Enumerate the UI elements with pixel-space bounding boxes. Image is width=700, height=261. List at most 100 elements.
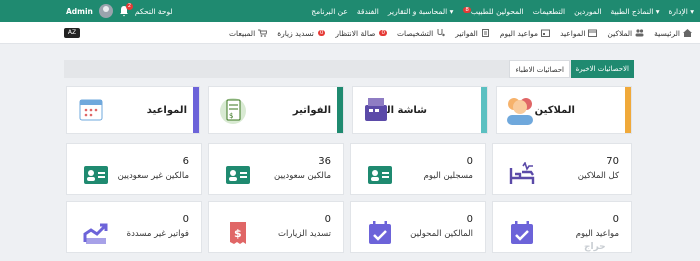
stat-value: 0 (466, 156, 473, 167)
calendar-icon (588, 29, 598, 37)
visit-badge: 0 (317, 30, 326, 36)
stat-value: 36 (318, 156, 331, 167)
stat-label: مالكين سعوديين (274, 171, 331, 181)
people-icon (507, 98, 533, 125)
calendar-check-icon (511, 221, 533, 244)
cash-register-icon (365, 98, 387, 121)
toolbar-owners[interactable]: الملاكين (607, 29, 644, 38)
invoice-dollar-icon: $ (230, 222, 246, 244)
card-appointments-title: المواعيد (146, 105, 187, 116)
toolbar-sales[interactable]: المبيعات (228, 28, 268, 38)
stat-non-saudi-owners[interactable]: 6 مالكين غير سعوديين (66, 143, 202, 195)
stat-value: 0 (324, 214, 331, 225)
stat-value: 70 (606, 156, 619, 167)
toolbar-today-label: مواعيد اليوم (499, 28, 539, 38)
chart-up-icon (83, 223, 108, 244)
svg-text:$: $ (234, 227, 242, 240)
toolbar-home[interactable]: الرئيسية (654, 29, 692, 38)
stat-value: 0 (182, 214, 189, 225)
menu-vaccinations[interactable]: التطعيمات (533, 7, 565, 16)
home-icon (683, 29, 692, 37)
menu-badge: 8 (463, 6, 471, 13)
cart-icon (258, 29, 268, 37)
menu-medical-forms-label: النماذج الطبية (610, 6, 654, 16)
card-accent (337, 87, 343, 133)
id-card-icon (226, 166, 250, 184)
toolbar-home-label: الرئيسية (654, 28, 680, 38)
card-accent (625, 87, 631, 133)
toolbar-waiting[interactable]: 0 صالة الانتظار (335, 29, 387, 38)
stat-saudi-owners[interactable]: 36 مالكين سعوديين (208, 143, 344, 195)
control-panel-link[interactable]: لوحة التحكم (135, 7, 173, 16)
card-accent (193, 87, 199, 133)
menu-referred[interactable]: 8 المحولين للطبيب (462, 6, 524, 16)
keyboard-layout-label: A⁠Z (67, 29, 77, 36)
card-accent (481, 87, 487, 133)
stat-unpaid-invoices[interactable]: 0 فواتير غير مسددة (66, 201, 202, 253)
stat-label: فواتير غير مسددة (126, 229, 189, 239)
notification-count: 2 (125, 3, 133, 10)
menu-admin[interactable]: الإدارة ▾ (669, 7, 695, 16)
svg-text:$: $ (229, 112, 233, 120)
waiting-badge: 0 (379, 30, 387, 36)
stats-tabs: الاحصائيات الاخيرة احصائيات الاطباء (64, 60, 634, 78)
stethoscope-icon (436, 29, 445, 37)
calendar-big-icon (79, 99, 103, 121)
calendar-check-icon (369, 221, 391, 244)
stat-appointments-today[interactable]: 0 مواعيد اليوم (492, 201, 632, 253)
card-owners-title: الملاكين (534, 105, 575, 116)
toolbar-sales-label: المبيعات (228, 28, 256, 38)
id-card-icon (368, 166, 392, 184)
menu-referred-label: المحولين للطبيب (470, 6, 524, 16)
toolbar-invoices[interactable]: الفواتير (455, 29, 490, 38)
toolbar-visit-payment-label: تسديد زيارة (277, 28, 314, 38)
card-owners[interactable]: الملاكين (496, 86, 632, 134)
toolbar-diagnoses[interactable]: التشخيصات (397, 29, 445, 38)
main-menu: الإدارة ▾ النماذج الطبية ▾ الموردين التط… (311, 0, 694, 22)
calendar-today-icon (541, 29, 551, 37)
toolbar-today[interactable]: مواعيد اليوم (499, 28, 551, 38)
stat-registered-today[interactable]: 0 مسجلين اليوم (350, 143, 486, 195)
stat-label: مالكين غير سعوديين (117, 171, 189, 181)
user-area: Admin 2 لوحة التحكم (66, 0, 173, 22)
menu-about[interactable]: عن البرنامج (311, 7, 348, 16)
card-pos[interactable]: شاشة البيع (352, 86, 488, 134)
stat-all-owners[interactable]: 70 كل الملاكين (492, 143, 632, 195)
toolbar-appointments-label: المواعيد (560, 28, 586, 38)
stat-label: كل الملاكين (577, 171, 619, 181)
stat-visit-payments[interactable]: 0 تسديد الزيارات $ (208, 201, 344, 253)
menu-suppliers[interactable]: الموردين (574, 7, 601, 16)
invoice-doc-icon: $ (220, 98, 246, 124)
top-navbar: الإدارة ▾ النماذج الطبية ▾ الموردين التط… (0, 0, 700, 22)
menu-accounting[interactable]: المحاسبة و التقارير ▾ (388, 7, 454, 16)
menu-hotel[interactable]: الفندقة (357, 7, 379, 16)
toolbar-owners-label: الملاكين (607, 28, 633, 38)
menu-medical-forms[interactable]: النماذج الطبية ▾ (610, 7, 659, 16)
card-invoices[interactable]: الفواتير $ (208, 86, 344, 134)
toolbar-visit-payment[interactable]: 0 تسديد زيارة (277, 28, 326, 38)
bed-icon (509, 162, 535, 184)
stat-label: المالكين المحولين (410, 229, 473, 239)
stat-value: 0 (612, 214, 619, 225)
invoice-icon (481, 29, 490, 37)
tab-latest-stats[interactable]: الاحصائيات الاخيرة (570, 60, 634, 78)
watermark: حراج (584, 242, 606, 252)
toolbar-appointments[interactable]: المواعيد (560, 28, 598, 38)
menu-admin-label: الإدارة (668, 6, 688, 16)
keyboard-layout-icon[interactable]: A⁠Z (64, 28, 80, 38)
quick-toolbar: الرئيسية الملاكين المواعيد مواعيد اليوم … (0, 22, 700, 44)
stat-value: 6 (182, 156, 189, 167)
avatar[interactable] (98, 4, 113, 18)
user-name[interactable]: Admin (66, 7, 93, 16)
card-appointments[interactable]: المواعيد (66, 86, 200, 134)
id-card-icon (84, 166, 108, 184)
toolbar-diagnoses-label: التشخيصات (396, 28, 434, 38)
menu-accounting-label: المحاسبة و التقارير (387, 6, 448, 16)
stat-label: تسديد الزيارات (277, 229, 331, 239)
stat-referred-owners[interactable]: 0 المالكين المحولين (350, 201, 486, 253)
toolbar-invoices-label: الفواتير (455, 28, 478, 38)
tab-doctor-stats[interactable]: احصائيات الاطباء (509, 60, 570, 78)
stat-label: مواعيد اليوم (575, 229, 619, 239)
toolbar-waiting-label: صالة الانتظار (335, 28, 376, 38)
bell-icon[interactable]: 2 (119, 3, 133, 17)
